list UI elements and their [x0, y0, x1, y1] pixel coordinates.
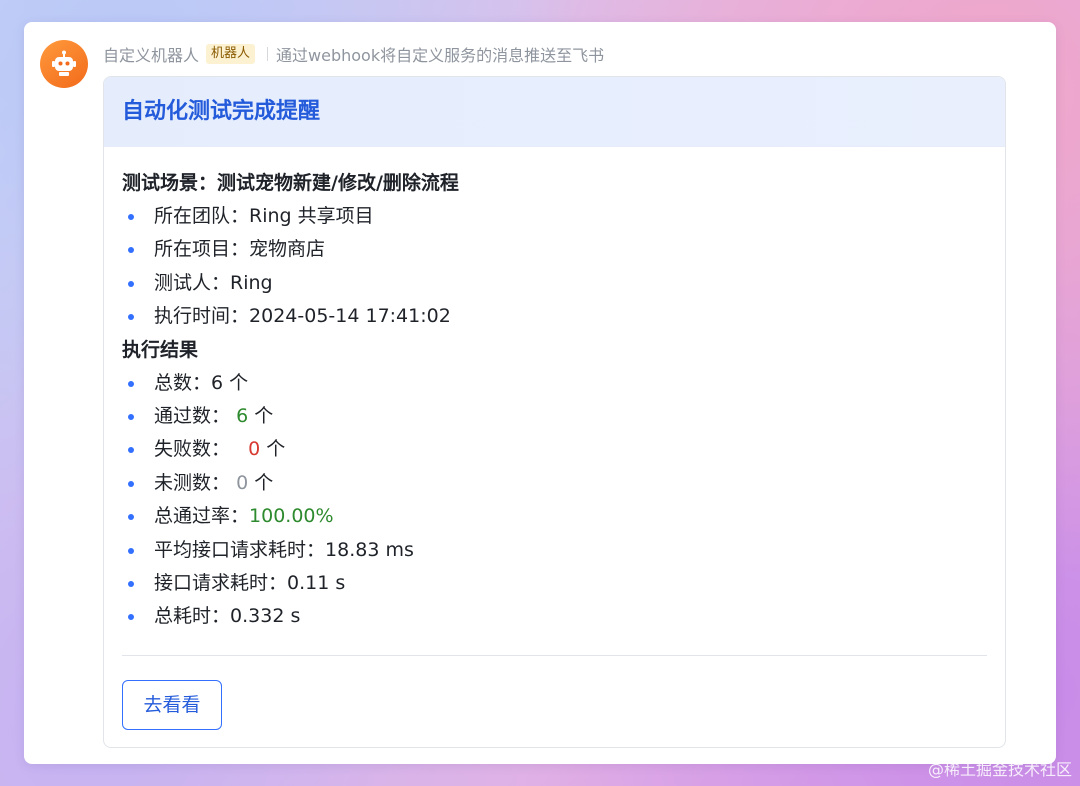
card-body: 测试场景：测试宠物新建/修改/删除流程 所在团队：Ring 共享项目 所在项目：…	[104, 147, 1005, 634]
card-title: 自动化测试完成提醒	[122, 99, 321, 124]
request-time-value: 0.11 s	[287, 571, 346, 594]
list-item-failed: 失败数： 0 个	[122, 433, 987, 466]
message-window: 自定义机器人 机器人 通过webhook将自定义服务的消息推送至飞书 自动化测试…	[24, 22, 1056, 764]
total-value: 6	[211, 371, 224, 394]
request-time-label: 接口请求耗时：	[154, 571, 288, 594]
list-item-avg-request-time: 平均接口请求耗时：18.83 ms	[122, 534, 987, 567]
list-item-total: 总数：6 个	[122, 367, 987, 400]
bullet-dot	[128, 247, 134, 254]
project-label: 所在项目：	[154, 238, 250, 261]
list-item-request-time: 接口请求耗时：0.11 s	[122, 567, 987, 600]
passed-value: 6	[236, 404, 249, 427]
bullet-dot	[128, 580, 134, 587]
bullet-dot	[128, 480, 134, 487]
avg-request-time-label: 平均接口请求耗时：	[154, 538, 326, 561]
untested-label: 未测数：	[154, 471, 231, 494]
total-time-value: 0.332 s	[230, 605, 301, 628]
bot-tag-badge: 机器人	[206, 44, 256, 64]
team-value: Ring 共享项目	[249, 205, 374, 227]
bot-avatar[interactable]	[40, 40, 88, 88]
project-value: 宠物商店	[249, 238, 326, 261]
list-item-tester: 测试人：Ring	[122, 267, 987, 300]
avg-request-time-value: 18.83 ms	[325, 538, 414, 561]
list-item-pass-rate: 总通过率：100.00%	[122, 500, 987, 533]
exec-time-label: 执行时间：	[154, 305, 250, 328]
bullet-dot	[128, 614, 134, 621]
total-label: 总数：	[154, 371, 212, 394]
bot-name[interactable]: 自定义机器人	[103, 42, 199, 66]
failed-unit: 个	[260, 438, 286, 461]
list-item-project: 所在项目：宠物商店	[122, 233, 987, 266]
bullet-dot	[128, 514, 134, 521]
untested-unit: 个	[248, 471, 274, 494]
bullet-dot	[128, 380, 134, 387]
failed-value: 0	[248, 438, 261, 461]
list-item-team: 所在团队：Ring 共享项目	[122, 200, 987, 233]
go-view-button[interactable]: 去看看	[122, 680, 222, 730]
bullet-dot	[128, 413, 134, 420]
bullet-dot	[128, 447, 134, 454]
exec-time-value: 2024-05-14 17:41:02	[249, 305, 451, 328]
total-time-label: 总耗时：	[154, 605, 231, 628]
pass-rate-value: 100.00%	[249, 505, 334, 528]
card-header: 自动化测试完成提醒	[104, 77, 1005, 147]
card-divider	[122, 655, 987, 656]
passed-label: 通过数：	[154, 404, 231, 427]
list-item-passed: 通过数： 6 个	[122, 400, 987, 433]
message-header: 自定义机器人 机器人 通过webhook将自定义服务的消息推送至飞书	[103, 42, 604, 66]
bullet-dot	[128, 547, 134, 554]
list-item-total-time: 总耗时：0.332 s	[122, 600, 987, 633]
list-item-exec-time: 执行时间：2024-05-14 17:41:02	[122, 300, 987, 333]
bullet-dot	[128, 214, 134, 220]
bot-description: 通过webhook将自定义服务的消息推送至飞书	[276, 46, 605, 65]
passed-unit: 个	[248, 404, 274, 427]
tester-label: 测试人：	[154, 271, 231, 294]
results-title: 执行结果	[122, 338, 199, 361]
total-unit: 个	[223, 371, 249, 394]
bullet-dot	[128, 314, 134, 321]
robot-icon	[52, 50, 76, 76]
watermark: @稀土掘金技术社区	[927, 760, 1072, 779]
untested-value: 0	[236, 471, 249, 494]
message-card: 自动化测试完成提醒 测试场景：测试宠物新建/修改/删除流程 所在团队：Ring …	[103, 76, 1006, 748]
header-separator	[267, 47, 269, 61]
scenario-title: 测试场景：测试宠物新建/修改/删除流程	[122, 172, 459, 194]
list-item-untested: 未测数： 0 个	[122, 467, 987, 500]
bullet-dot	[128, 280, 134, 287]
tester-value: Ring	[230, 271, 273, 294]
team-label: 所在团队：	[154, 205, 250, 227]
failed-label: 失败数：	[154, 438, 231, 461]
pass-rate-label: 总通过率：	[154, 505, 250, 528]
